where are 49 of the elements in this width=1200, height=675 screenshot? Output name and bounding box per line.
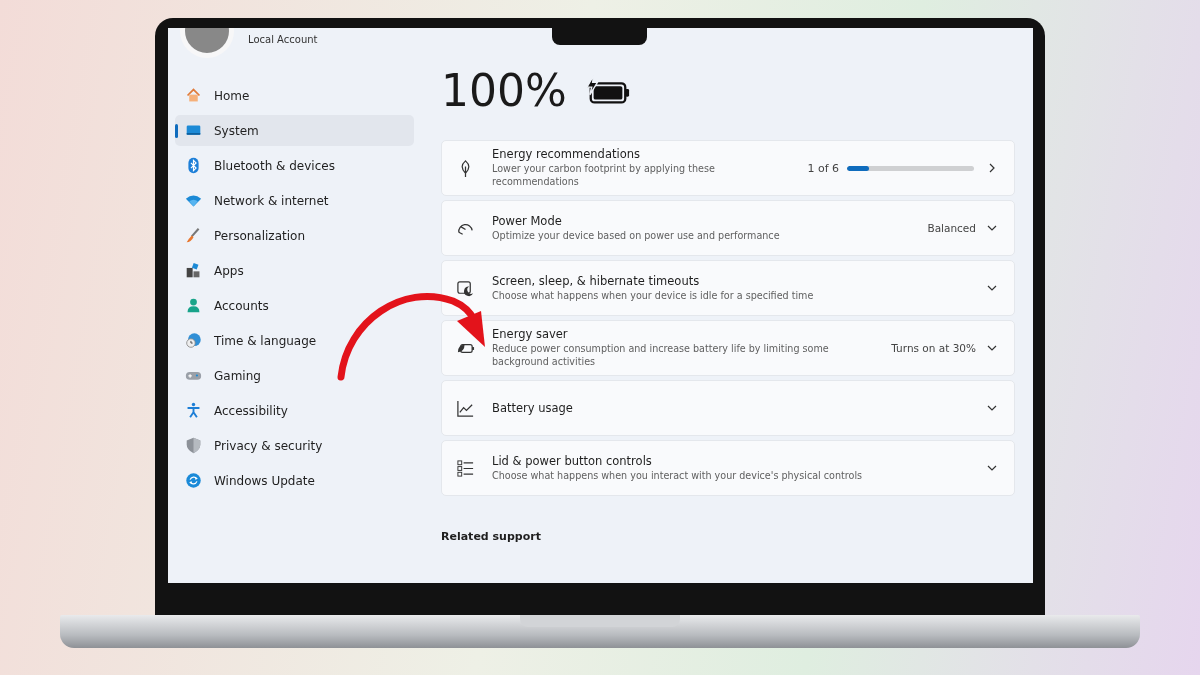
nav-item[interactable]: Accounts	[175, 290, 414, 321]
settings-card[interactable]: Energy recommendations Lower your carbon footprint by applying these recommendations 1 of 6	[441, 140, 1015, 196]
settings-card[interactable]: Screen, sleep, & hibernate timeouts Choose what happens when your device is idle for a specified time	[441, 260, 1015, 316]
selection-indicator	[175, 124, 178, 138]
card-description: Choose what happens when your device is idle for a specified time	[492, 289, 815, 303]
card-title: Lid & power button controls	[492, 453, 653, 468]
settings-card[interactable]: Battery usage	[441, 380, 1015, 436]
nav-item[interactable]: Bluetooth & devices	[175, 150, 414, 181]
nav-item[interactable]: Windows Update	[175, 465, 414, 496]
shield-icon	[185, 437, 202, 454]
card-value: Turns on at 30%	[891, 342, 976, 354]
nav-item[interactable]: Accessibility	[175, 395, 414, 426]
nav-item[interactable]: System	[175, 115, 414, 146]
battery-percentage: 100%	[441, 64, 567, 116]
nav-item[interactable]: Personalization	[175, 220, 414, 251]
list-icon	[456, 458, 475, 478]
bluetooth-icon	[185, 157, 202, 174]
accessibility-icon	[185, 402, 202, 419]
card-title: Battery usage	[492, 401, 574, 415]
apps-icon	[185, 262, 202, 279]
nav-item[interactable]: Network & internet	[175, 185, 414, 216]
progress-count: 1 of 6	[807, 161, 839, 175]
account-type: Local Account	[248, 34, 318, 45]
card-title: Power Mode	[492, 213, 563, 228]
nav-item[interactable]: Time & language	[175, 325, 414, 356]
screen-moon-icon	[456, 278, 475, 298]
nav-item[interactable]: Home	[175, 80, 414, 111]
card-title: Energy recommendations	[492, 147, 641, 162]
settings-card[interactable]: Energy saver Reduce power consumption and increase battery life by limiting some background activities Turns on at 30%	[441, 320, 1015, 376]
settings-card[interactable]: Lid & power button controls Choose what happens when you interact with your device's physical controls	[441, 440, 1015, 496]
person-icon	[185, 297, 202, 314]
nav-item[interactable]: Gaming	[175, 360, 414, 391]
nav-item[interactable]: Apps	[175, 255, 414, 286]
line-chart-icon	[456, 398, 475, 418]
wifi-icon	[185, 192, 202, 209]
card-description: Reduce power consumption and increase battery life by limiting some background activities	[492, 343, 830, 369]
globe-clock-icon	[185, 332, 202, 349]
refresh-icon	[185, 472, 202, 489]
card-title: Energy saver	[492, 327, 569, 342]
section-heading: Related support	[441, 530, 542, 543]
card-value: Balanced	[927, 222, 976, 234]
card-description: Choose what happens when you interact with your device's physical controls	[492, 469, 864, 483]
settings-card[interactable]: Power Mode Optimize your device based on power use and performance Balanced	[441, 200, 1015, 256]
card-description: Optimize your device based on power use and performance	[492, 229, 781, 243]
card-title: Screen, sleep, & hibernate timeouts	[492, 273, 701, 288]
nav-item[interactable]: Privacy & security	[175, 430, 414, 461]
brush-icon	[185, 227, 202, 244]
home-icon	[185, 87, 202, 104]
card-description: Lower your carbon footprint by applying these recommendations	[492, 163, 716, 189]
